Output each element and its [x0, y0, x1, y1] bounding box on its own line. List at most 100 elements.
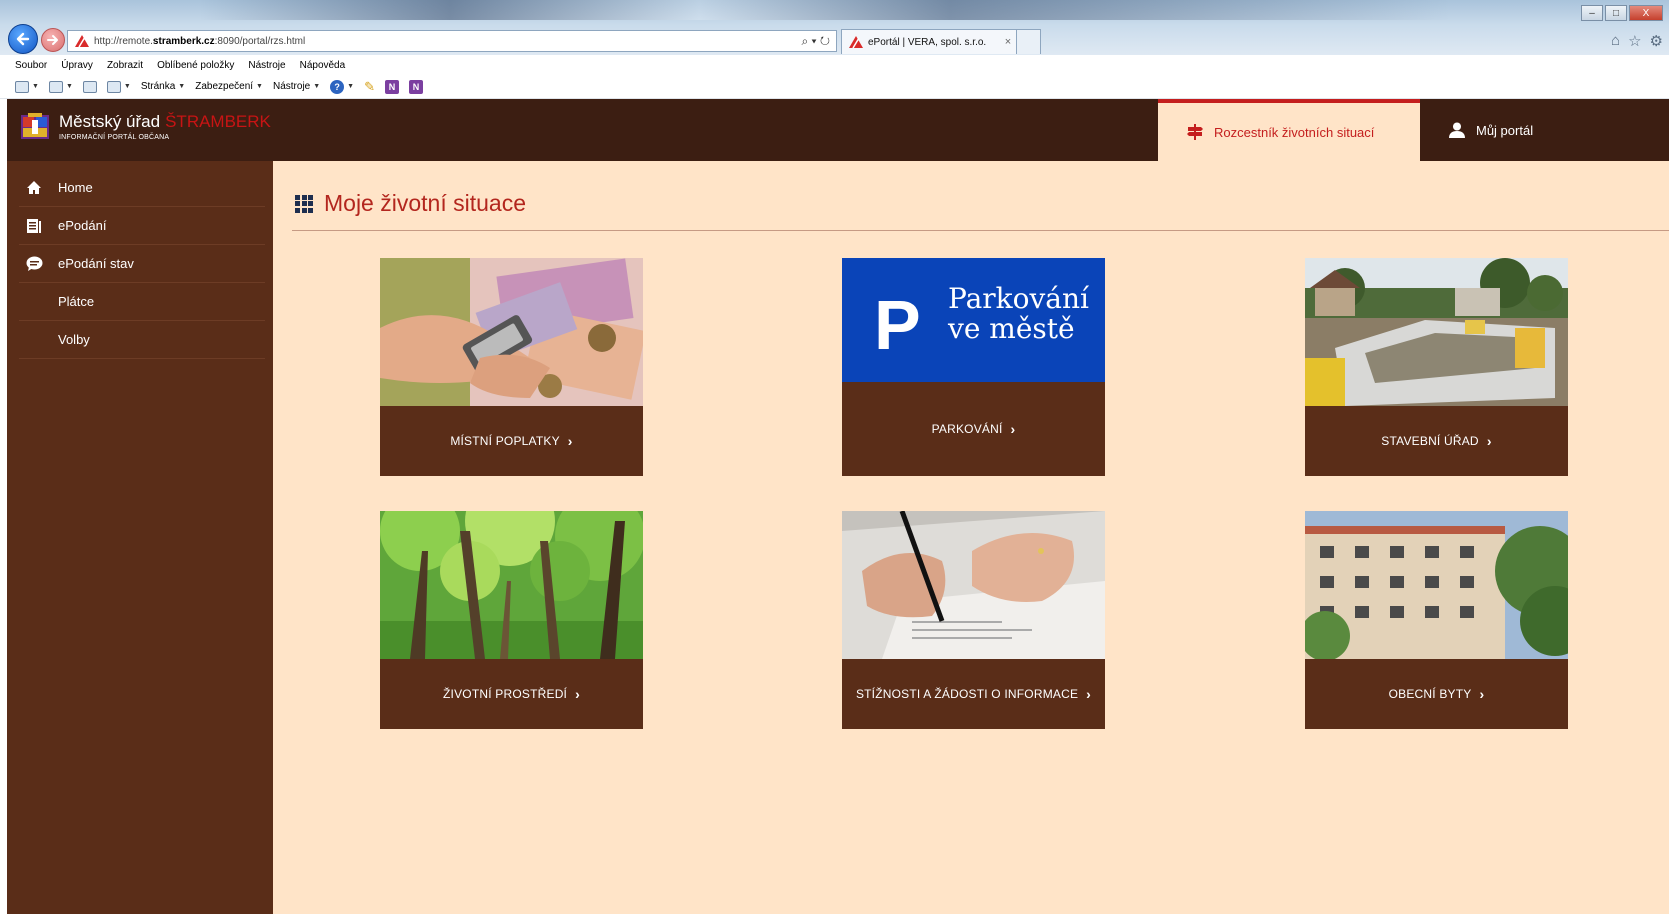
home-toolbar-icon — [15, 80, 29, 93]
forward-button[interactable] — [41, 28, 65, 52]
forest-image — [380, 511, 643, 659]
favorites-star-icon[interactable]: ☆ — [1628, 32, 1641, 50]
page-menu-button[interactable]: Stránka ▼ — [141, 81, 185, 92]
chat-icon — [24, 255, 44, 273]
help-menu-button[interactable]: ? ▼ — [330, 79, 354, 94]
card-obecni-byty[interactable]: OBECNÍ BYTY › — [1305, 511, 1568, 729]
card-label: PARKOVÁNÍ › — [931, 421, 1016, 437]
browser-command-bar: ▼ ▼ ▼ Stránka ▼ Zabezpečení ▼ Nástroje ▼ ? ▼… — [0, 75, 1669, 99]
sidebar-item-platce[interactable]: Plátce — [19, 283, 265, 321]
chevron-right-icon: › — [1010, 421, 1016, 437]
portal-page: Městský úřad ŠTRAMBERK INFORMAČNÍ PORTÁL … — [7, 99, 1669, 914]
sidebar-item-volby[interactable]: Volby — [19, 321, 265, 359]
help-icon: ? — [330, 79, 345, 94]
browser-menubar: Soubor Úpravy Zobrazit Oblíbené položky … — [0, 55, 1669, 75]
grid-icon — [295, 194, 313, 213]
card-mistni-poplatky[interactable]: MÍSTNÍ POPLATKY › — [380, 258, 643, 476]
back-button[interactable] — [8, 24, 38, 54]
chevron-right-icon: › — [1086, 686, 1092, 702]
home-icon — [24, 179, 44, 197]
city-coat-of-arms-icon[interactable] — [20, 111, 50, 141]
card-label: MÍSTNÍ POPLATKY › — [450, 433, 573, 449]
chevron-right-icon: › — [1479, 686, 1485, 702]
signpost-icon — [1187, 124, 1203, 140]
new-tab-button[interactable] — [1017, 29, 1041, 54]
print-icon — [106, 80, 121, 93]
chevron-right-icon: › — [1486, 433, 1492, 449]
apartment-building-image — [1305, 511, 1568, 659]
card-label: ŽIVOTNÍ PROSTŘEDÍ › — [443, 686, 580, 702]
brand-accent: ŠTRAMBERK — [165, 112, 271, 131]
tab-muj-portal[interactable]: Můj portál — [1420, 99, 1669, 161]
card-stavebni-urad[interactable]: STAVEBNÍ ÚŘAD › — [1305, 258, 1568, 476]
maximize-button[interactable]: □ — [1605, 5, 1627, 21]
sidebar-item-home[interactable]: Home — [19, 169, 265, 207]
chevron-right-icon: › — [575, 686, 580, 702]
card-label: STÍŽNOSTI A ŽÁDOSTI O INFORMACE › — [855, 686, 1092, 702]
onenote-button-1[interactable]: N — [385, 79, 400, 94]
arrow-right-icon — [47, 35, 58, 45]
sidebar-item-epodani-stav[interactable]: ePodání stav — [19, 245, 265, 283]
card-stiznosti-a-zadosti[interactable]: STÍŽNOSTI A ŽÁDOSTI O INFORMACE › — [842, 511, 1105, 729]
sidebar-item-label: ePodání — [58, 218, 107, 233]
tab-rozcestnik[interactable]: Rozcestník životních situací — [1158, 99, 1420, 161]
parking-sign-image: P Parkování ve městě — [842, 258, 1105, 382]
site-favicon-icon — [75, 35, 89, 48]
portal-header: Městský úřad ŠTRAMBERK INFORMAČNÍ PORTÁL … — [7, 99, 1669, 161]
feeds-icon — [48, 80, 63, 93]
tab-close-icon[interactable]: × — [1000, 36, 1016, 48]
menu-view[interactable]: Zobrazit — [107, 60, 143, 71]
sidebar-item-label: Volby — [58, 332, 90, 347]
menu-favorites[interactable]: Oblíbené položky — [157, 60, 234, 71]
parking-image-text: Parkování ve městě — [948, 282, 1089, 345]
page-title-text: Moje životní situace — [324, 190, 526, 216]
home-toolbar-button[interactable]: ▼ — [15, 80, 39, 93]
title-divider — [292, 230, 1669, 231]
address-tools[interactable]: ⌕ ▾ ↻ — [801, 34, 836, 49]
close-window-button[interactable]: X — [1629, 5, 1663, 21]
menu-tools[interactable]: Nástroje — [248, 60, 285, 71]
menu-file[interactable]: Soubor — [15, 60, 47, 71]
card-parkovani[interactable]: P Parkování ve městě PARKOVÁNÍ › — [842, 258, 1105, 476]
security-menu-button[interactable]: Zabezpečení ▼ — [195, 81, 263, 92]
brand-title[interactable]: Městský úřad ŠTRAMBERK — [59, 112, 271, 132]
onenote-button-2[interactable]: N — [409, 79, 424, 94]
user-icon — [1449, 122, 1465, 138]
menu-edit[interactable]: Úpravy — [61, 60, 93, 71]
card-label: STAVEBNÍ ÚŘAD › — [1381, 433, 1492, 449]
tab-muj-portal-label: Můj portál — [1476, 122, 1534, 138]
mail-toolbar-button[interactable] — [82, 80, 97, 93]
card-label: OBECNÍ BYTY › — [1388, 686, 1485, 702]
minimize-button[interactable]: – — [1581, 5, 1603, 21]
construction-site-image — [1305, 258, 1568, 406]
chevron-right-icon: › — [567, 433, 573, 449]
print-toolbar-button[interactable]: ▼ — [106, 80, 131, 93]
onenote-icon: N — [385, 79, 400, 94]
sidebar-item-label: ePodání stav — [58, 256, 134, 271]
tools-menu-button[interactable]: Nástroje ▼ — [273, 81, 320, 92]
card-zivotni-prostredi[interactable]: ŽIVOTNÍ PROSTŘEDÍ › — [380, 511, 643, 729]
brand-subtitle: INFORMAČNÍ PORTÁL OBČANA — [59, 134, 170, 141]
hand-writing-image — [842, 511, 1105, 659]
money-calculator-image — [380, 258, 643, 406]
sidebar-item-epodani[interactable]: ePodání — [19, 207, 265, 245]
document-icon — [24, 217, 44, 235]
addon-button[interactable]: ✎ — [364, 79, 375, 95]
home-page-icon[interactable]: ⌂ — [1611, 32, 1620, 50]
settings-gear-icon[interactable]: ⚙ — [1650, 32, 1663, 50]
sidebar: Home ePodání ePodání stav Plátce Volby — [7, 161, 273, 914]
onenote-icon: N — [409, 79, 424, 94]
window-controls: – □ X — [1581, 5, 1663, 21]
mail-icon — [82, 80, 97, 93]
menu-help[interactable]: Nápověda — [300, 60, 346, 71]
tab-rozcestnik-label: Rozcestník životních situací — [1214, 124, 1375, 140]
parking-p-letter: P — [874, 286, 921, 364]
arrow-left-icon — [16, 32, 30, 46]
page-title: Moje životní situace — [295, 190, 526, 217]
address-bar[interactable]: http://remote.stramberk.cz:8090/portal/r… — [67, 30, 837, 52]
browser-tab-eportal[interactable]: ePortál | VERA, spol. s.r.o. × — [841, 29, 1017, 54]
browser-titlebar: http://remote.stramberk.cz:8090/portal/r… — [0, 0, 1669, 55]
feeds-toolbar-button[interactable]: ▼ — [48, 80, 73, 93]
address-url[interactable]: http://remote.stramberk.cz:8090/portal/r… — [94, 36, 801, 47]
addon-icon: ✎ — [364, 78, 376, 94]
